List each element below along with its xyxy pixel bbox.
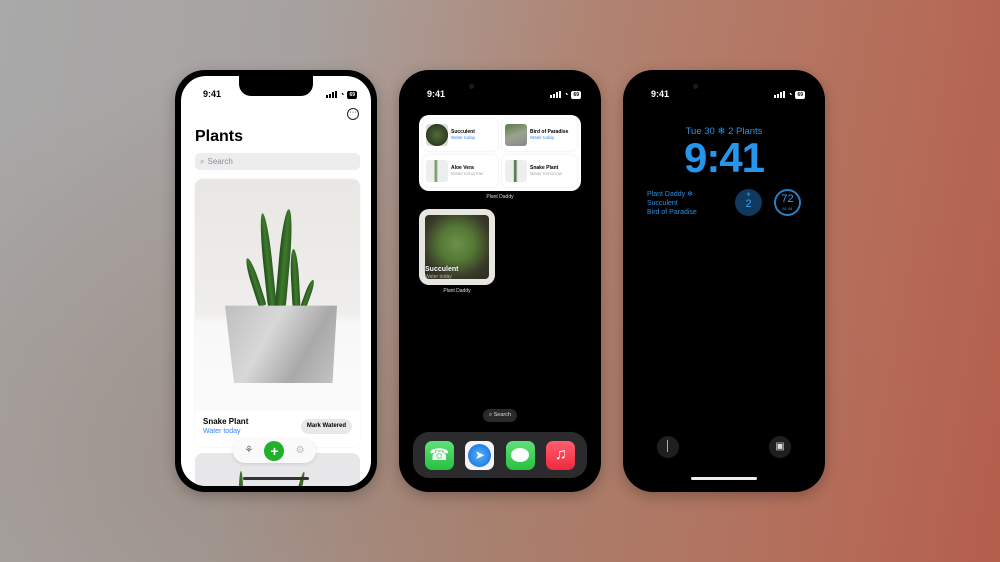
widget-item[interactable]: Bird of Paradise Water today [502,119,577,151]
dock: ☎ ➤ ♫ [413,432,587,478]
lock-widget-line: Succulent [647,200,678,207]
lock-count-value: 2 [745,198,752,210]
lock-widget-line: Bird of Paradise [647,209,697,216]
plant-water-status: Water today [203,428,241,435]
plant-photo [195,179,360,411]
status-bar: 9:41 ◔ 69 [405,89,595,103]
phone-app-screen: 9:41 ◔ 69 ··· Plants ⌕ Search Snake Plan… [175,70,377,492]
wifi-icon: ◔ [787,90,793,99]
message-bubble-icon [511,448,530,462]
small-widget-plant-name: Succulent [425,266,459,273]
status-bar: 9:41 ◔ 69 [181,89,371,103]
plus-icon: + [270,443,279,459]
weather-temp: 72 [781,193,794,205]
compass-icon: ➤ [468,443,492,467]
page-title: Plants [195,128,244,145]
camera-button[interactable]: ▣ [769,436,791,458]
more-options-button[interactable]: ··· [347,108,359,120]
phone-lock-screen: 9:41 ◔ 69 Tue 30 ❄ 2 Plants 9:41 Plant D… [623,70,825,492]
camera-icon: ▣ [775,441,785,452]
battery-icon: 69 [571,90,581,99]
lock-clock: 9:41 [683,134,765,181]
plant-name: Snake Plant [203,417,249,426]
search-placeholder: Search [207,157,233,166]
status-time: 9:41 [651,89,670,99]
search-label: Search [493,412,512,418]
home-indicator[interactable] [691,477,757,480]
tab-settings[interactable]: ⚙ [292,443,308,459]
widget-plant-status: Water today [451,135,476,140]
gear-icon: ⚙ [295,445,305,456]
small-widget-plant-status: Water today [425,274,452,280]
app-music[interactable]: ♫ [546,440,576,470]
app-phone[interactable]: ☎ [424,440,454,470]
status-time: 9:41 [427,89,446,99]
plant-daddy-large-widget[interactable]: Succulent Water today Bird of Paradise Wat… [419,115,581,191]
plant-thumbnail [426,124,448,146]
widget-plant-status: Water today [530,135,555,140]
phone-home-screen: 9:41 ◔ 69 Succulent Water today Bird of P… [399,70,601,492]
app-safari[interactable]: ➤ [465,440,495,470]
plant-pot [225,305,337,383]
widget-plant-status: Water tomorrow [451,171,483,176]
music-note-icon: ♫ [554,446,567,463]
plant-daddy-small-widget[interactable]: Succulent Water today [419,209,495,285]
wifi-icon: ◔ [339,90,345,99]
lock-weather-widget[interactable]: 72 61 94 [774,189,801,216]
signal-icon [549,91,561,98]
flashlight-button[interactable]: │ [657,436,679,458]
lock-screen: 9:41 ◔ 69 Tue 30 ❄ 2 Plants 9:41 Plant D… [629,76,819,486]
plant-thumbnail [505,124,527,146]
search-icon: ⌕ [200,156,205,166]
widget-item[interactable]: Aloe Vera Water tomorrow [423,155,498,187]
search-input[interactable]: ⌕ Search [195,153,360,170]
plant-thumbnail [426,160,448,182]
weather-low: 61 [782,206,787,211]
watering-can-icon: ❄ [687,191,693,198]
signal-icon [325,91,337,98]
app-screen: 9:41 ◔ 69 ··· Plants ⌕ Search Snake Plan… [181,76,371,486]
status-time: 9:41 [203,89,222,99]
widget-item[interactable]: Succulent Water today [423,119,498,151]
wifi-icon: ◔ [563,90,569,99]
add-plant-button[interactable]: + [264,441,285,461]
ellipsis-icon: ··· [349,109,357,116]
plant-pot-icon: ⚘ [244,445,254,456]
lock-widget-title: Plant Daddy [647,191,686,198]
status-bar: 9:41 ◔ 69 [629,89,819,103]
plant-thumbnail [505,160,527,182]
search-icon: ⌕ [488,412,493,418]
widget-label: Plant Daddy [486,194,514,200]
battery-icon: 69 [795,90,805,99]
flashlight-icon: │ [664,441,672,452]
widget-plant-status: Water tomorrow [530,171,562,176]
lock-plant-widget[interactable]: Plant Daddy ❄ Succulent Bird of Paradise [647,190,697,217]
mark-watered-button[interactable]: Mark Watered [300,419,352,434]
lock-count-widget[interactable]: ❄ 2 [735,189,762,216]
home-screen: 9:41 ◔ 69 Succulent Water today Bird of P… [405,76,595,486]
weather-high: 94 [788,206,793,211]
widget-item[interactable]: Snake Plant Water tomorrow [502,155,577,187]
home-indicator[interactable] [243,477,309,480]
widget-label: Plant Daddy [443,288,471,294]
home-search-button[interactable]: ⌕ Search [482,409,518,422]
app-messages[interactable] [505,440,535,470]
tab-bar: ⚘ + ⚙ [233,439,316,463]
plant-card[interactable]: Snake Plant Water today Mark Watered [195,179,360,447]
phone-icon: ☎ [429,447,450,464]
signal-icon [773,91,785,98]
battery-icon: 69 [347,90,357,99]
tab-plants[interactable]: ⚘ [241,443,257,459]
